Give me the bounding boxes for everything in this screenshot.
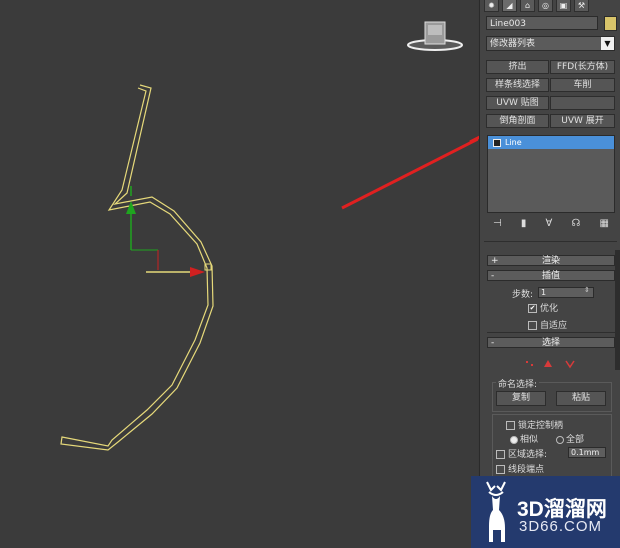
minus-icon: - [491, 338, 495, 348]
rollout-rendering[interactable]: + 渲染 [487, 255, 615, 266]
gizmo-y-arrow [126, 201, 136, 214]
checkbox-empty-icon [528, 321, 537, 330]
gizmo-x-arrow [190, 267, 205, 277]
similar-radio[interactable]: 相似 [510, 432, 538, 445]
modify-tab-icon[interactable]: ◢ [502, 0, 517, 12]
deer-logo-icon [486, 481, 506, 542]
named-selection-label: 命名选择: [496, 377, 540, 390]
segment-end-checkbox[interactable]: 线段端点 [496, 462, 544, 475]
lock-handles-label: 锁定控制柄 [518, 421, 564, 431]
adaptive-label: 自适应 [540, 321, 568, 331]
divider [487, 332, 615, 333]
object-color-swatch[interactable] [604, 16, 617, 31]
rollout-selection[interactable]: - 选择 [487, 337, 615, 348]
checkbox-empty-icon [496, 465, 505, 474]
viewport-canvas[interactable] [0, 0, 478, 548]
ffd-box-button[interactable]: FFD(长方体) [550, 60, 615, 74]
chevron-down-icon[interactable]: ▼ [601, 37, 614, 50]
lock-handles-checkbox[interactable]: 锁定控制柄 [506, 418, 563, 431]
viewport[interactable] [0, 0, 478, 548]
rollout-selection-label: 选择 [541, 338, 560, 348]
expand-icon[interactable] [493, 138, 501, 147]
utilities-tab-icon[interactable]: ⚒ [574, 0, 589, 12]
object-name-field[interactable]: Line003 [486, 16, 598, 30]
plus-icon: + [491, 256, 499, 266]
motion-tab-icon[interactable]: ◎ [538, 0, 553, 12]
hierarchy-tab-icon[interactable]: ⌂ [520, 0, 535, 12]
modifier-stack[interactable]: Line [487, 135, 615, 213]
copy-button[interactable]: 复制 [496, 391, 546, 406]
adaptive-checkbox[interactable]: 自适应 [528, 318, 567, 331]
make-unique-icon[interactable]: ∀ [546, 218, 553, 232]
divider [484, 241, 617, 242]
similar-label: 相似 [520, 435, 539, 445]
create-tab-icon[interactable]: ✹ [484, 0, 499, 12]
show-end-result-icon[interactable]: ▮ [521, 218, 527, 232]
command-panel-tabs: ✹ ◢ ⌂ ◎ ▣ ⚒ [480, 0, 620, 12]
checkbox-empty-icon [496, 450, 505, 459]
lathe-button[interactable]: 车削 [550, 78, 615, 92]
remove-modifier-icon[interactable]: ☊ [572, 218, 581, 232]
steps-label: 步数: [512, 290, 534, 300]
hidden-modifier-button[interactable] [550, 96, 615, 110]
minus-icon: - [491, 271, 495, 281]
all-radio[interactable]: 全部 [556, 432, 584, 445]
spinner-arrows-icon[interactable]: ⇕ [584, 286, 590, 294]
pin-stack-icon[interactable]: ⊣ [493, 218, 502, 232]
checkbox-empty-icon [506, 421, 515, 430]
bevel-profile-button[interactable]: 倒角剖面 [486, 114, 549, 128]
checkmark-icon: ✔ [528, 304, 537, 313]
modifier-list-dropdown[interactable]: 修改器列表 ▼ [486, 36, 615, 51]
segment-end-label: 线段端点 [508, 465, 545, 475]
modifier-list-label: 修改器列表 [490, 39, 536, 49]
area-select-label: 区域选择: [508, 450, 548, 460]
sub-object-level-icons[interactable] [524, 357, 580, 371]
radio-empty-icon [556, 435, 564, 444]
stack-item-line[interactable]: Line [488, 136, 614, 149]
configure-sets-icon[interactable]: ▦ [600, 218, 609, 232]
area-select-spinner[interactable]: 0.1mm [568, 447, 606, 458]
extrude-button[interactable]: 挤出 [486, 60, 549, 74]
annotation-arrow [341, 137, 478, 210]
rollout-interpolation[interactable]: - 插值 [487, 270, 615, 281]
radio-selected-icon [510, 435, 518, 444]
stack-toolbar: ⊣ ▮ ∀ ☊ ▦ [487, 218, 615, 232]
rollout-interpolation-label: 插值 [541, 271, 560, 281]
stack-item-label: Line [505, 138, 522, 147]
paste-button[interactable]: 粘贴 [556, 391, 606, 406]
viewcube[interactable] [407, 20, 463, 52]
optimize-checkbox[interactable]: ✔ 优化 [528, 301, 558, 314]
command-panel: ✹ ◢ ⌂ ◎ ▣ ⚒ Line003 修改器列表 ▼ 挤出 FFD(长方体) … [479, 0, 620, 548]
area-select-checkbox[interactable]: 区域选择: [496, 447, 547, 460]
unwrap-uvw-button[interactable]: UVW 展开 [550, 114, 615, 128]
panel-scrollbar[interactable] [615, 250, 620, 370]
watermark-url: 3D66.COM [519, 518, 603, 535]
spline-select-button[interactable]: 样条线选择 [486, 78, 549, 92]
display-tab-icon[interactable]: ▣ [556, 0, 571, 12]
optimize-label: 优化 [540, 304, 559, 314]
all-label: 全部 [566, 435, 585, 445]
rollout-rendering-label: 渲染 [541, 256, 560, 266]
uvw-map-button[interactable]: UVW 贴图 [486, 96, 549, 110]
watermark: 3D溜溜网 3D66.COM [471, 476, 620, 548]
